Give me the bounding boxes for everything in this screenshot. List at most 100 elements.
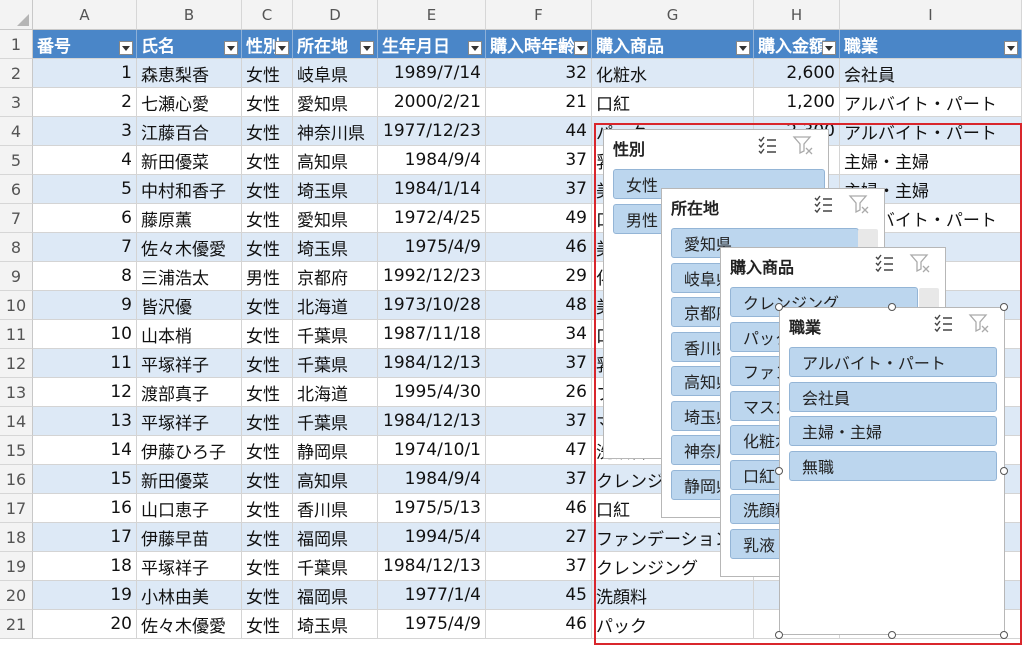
table-cell[interactable]: 北海道 bbox=[293, 378, 378, 407]
filter-dropdown-icon[interactable] bbox=[822, 41, 836, 55]
row-header[interactable]: 13 bbox=[0, 378, 33, 407]
table-cell[interactable]: 福岡県 bbox=[293, 523, 378, 552]
row-header[interactable]: 10 bbox=[0, 291, 33, 320]
table-cell[interactable]: 1973/10/28 bbox=[378, 291, 486, 320]
table-cell[interactable]: 女性 bbox=[242, 233, 293, 262]
table-cell[interactable]: 1984/12/13 bbox=[378, 349, 486, 378]
table-cell[interactable]: 29 bbox=[486, 262, 592, 291]
row-header[interactable]: 14 bbox=[0, 407, 33, 436]
table-cell[interactable]: 19 bbox=[33, 581, 137, 610]
select-all-corner[interactable] bbox=[0, 0, 33, 30]
table-cell[interactable]: 平塚祥子 bbox=[137, 552, 242, 581]
table-cell[interactable]: 1,200 bbox=[754, 88, 840, 117]
table-header-cell[interactable]: 購入金額 bbox=[754, 30, 840, 59]
column-header-d[interactable]: D bbox=[293, 0, 378, 30]
row-header[interactable]: 7 bbox=[0, 204, 33, 233]
row-header[interactable]: 9 bbox=[0, 262, 33, 291]
table-cell[interactable]: 埼玉県 bbox=[293, 233, 378, 262]
table-cell[interactable]: 1995/4/30 bbox=[378, 378, 486, 407]
table-header-cell[interactable]: 氏名 bbox=[137, 30, 242, 59]
table-cell[interactable]: 化粧水 bbox=[592, 59, 754, 88]
table-cell[interactable]: 会社員 bbox=[840, 59, 1022, 88]
table-cell[interactable]: 高知県 bbox=[293, 146, 378, 175]
row-header[interactable]: 4 bbox=[0, 117, 33, 146]
table-cell[interactable]: 18 bbox=[33, 552, 137, 581]
table-cell[interactable]: 皆沢優 bbox=[137, 291, 242, 320]
table-cell[interactable]: 愛知県 bbox=[293, 204, 378, 233]
column-header-a[interactable]: A bbox=[33, 0, 137, 30]
table-cell[interactable]: 37 bbox=[486, 407, 592, 436]
table-cell[interactable]: 平塚祥子 bbox=[137, 349, 242, 378]
row-header[interactable]: 12 bbox=[0, 349, 33, 378]
table-cell[interactable]: 1975/4/9 bbox=[378, 610, 486, 639]
table-header-cell[interactable]: 生年月日 bbox=[378, 30, 486, 59]
table-cell[interactable]: 千葉県 bbox=[293, 320, 378, 349]
table-cell[interactable]: 千葉県 bbox=[293, 407, 378, 436]
table-cell[interactable]: 1 bbox=[33, 59, 137, 88]
filter-dropdown-icon[interactable] bbox=[468, 41, 482, 55]
table-cell[interactable]: 2 bbox=[33, 88, 137, 117]
table-cell[interactable]: 1984/12/13 bbox=[378, 552, 486, 581]
table-cell[interactable]: 4 bbox=[33, 146, 137, 175]
table-cell[interactable]: 香川県 bbox=[293, 494, 378, 523]
table-cell[interactable]: 16 bbox=[33, 494, 137, 523]
table-cell[interactable]: 10 bbox=[33, 320, 137, 349]
table-cell[interactable]: 1977/1/4 bbox=[378, 581, 486, 610]
table-cell[interactable]: 女性 bbox=[242, 465, 293, 494]
row-header[interactable]: 5 bbox=[0, 146, 33, 175]
table-cell[interactable]: 1984/1/14 bbox=[378, 175, 486, 204]
table-cell[interactable]: 伊藤ひろ子 bbox=[137, 436, 242, 465]
table-cell[interactable]: 5 bbox=[33, 175, 137, 204]
table-cell[interactable]: 女性 bbox=[242, 407, 293, 436]
table-cell[interactable]: 埼玉県 bbox=[293, 610, 378, 639]
table-cell[interactable]: 女性 bbox=[242, 291, 293, 320]
table-cell[interactable]: 女性 bbox=[242, 436, 293, 465]
table-cell[interactable]: 6 bbox=[33, 204, 137, 233]
table-cell[interactable]: 46 bbox=[486, 610, 592, 639]
row-header[interactable]: 17 bbox=[0, 494, 33, 523]
table-cell[interactable]: 13 bbox=[33, 407, 137, 436]
table-cell[interactable]: アルバイト・パート bbox=[840, 88, 1022, 117]
filter-dropdown-icon[interactable] bbox=[574, 41, 588, 55]
table-cell[interactable]: 女性 bbox=[242, 581, 293, 610]
table-header-cell[interactable]: 職業 bbox=[840, 30, 1022, 59]
table-cell[interactable]: 27 bbox=[486, 523, 592, 552]
table-cell[interactable]: 渡部真子 bbox=[137, 378, 242, 407]
column-header-i[interactable]: I bbox=[840, 0, 1022, 30]
table-cell[interactable]: 小林由美 bbox=[137, 581, 242, 610]
table-cell[interactable]: 1984/12/13 bbox=[378, 407, 486, 436]
row-header[interactable]: 6 bbox=[0, 175, 33, 204]
row-header[interactable]: 2 bbox=[0, 59, 33, 88]
table-cell[interactable]: 中村和香子 bbox=[137, 175, 242, 204]
table-cell[interactable]: 20 bbox=[33, 610, 137, 639]
filter-dropdown-icon[interactable] bbox=[1004, 41, 1018, 55]
table-header-cell[interactable]: 番号 bbox=[33, 30, 137, 59]
filter-dropdown-icon[interactable] bbox=[736, 41, 750, 55]
table-cell[interactable]: 11 bbox=[33, 349, 137, 378]
table-cell[interactable]: 女性 bbox=[242, 494, 293, 523]
table-cell[interactable]: 48 bbox=[486, 291, 592, 320]
table-cell[interactable]: 1989/7/14 bbox=[378, 59, 486, 88]
table-cell[interactable]: 46 bbox=[486, 494, 592, 523]
row-header[interactable]: 8 bbox=[0, 233, 33, 262]
table-cell[interactable]: 44 bbox=[486, 117, 592, 146]
table-header-cell[interactable]: 所在地 bbox=[293, 30, 378, 59]
table-cell[interactable]: 46 bbox=[486, 233, 592, 262]
table-cell[interactable]: 京都府 bbox=[293, 262, 378, 291]
row-header[interactable]: 16 bbox=[0, 465, 33, 494]
table-cell[interactable]: 佐々木優愛 bbox=[137, 233, 242, 262]
table-cell[interactable]: 17 bbox=[33, 523, 137, 552]
table-cell[interactable]: 37 bbox=[486, 146, 592, 175]
table-cell[interactable]: 37 bbox=[486, 175, 592, 204]
column-header-c[interactable]: C bbox=[242, 0, 293, 30]
table-cell[interactable]: 女性 bbox=[242, 610, 293, 639]
table-cell[interactable]: 山本梢 bbox=[137, 320, 242, 349]
column-header-h[interactable]: H bbox=[754, 0, 840, 30]
table-cell[interactable]: 岐阜県 bbox=[293, 59, 378, 88]
table-cell[interactable]: 埼玉県 bbox=[293, 175, 378, 204]
table-cell[interactable]: 女性 bbox=[242, 523, 293, 552]
table-cell[interactable]: 静岡県 bbox=[293, 436, 378, 465]
column-header-g[interactable]: G bbox=[592, 0, 754, 30]
table-cell[interactable]: 1972/4/25 bbox=[378, 204, 486, 233]
table-cell[interactable]: 15 bbox=[33, 465, 137, 494]
